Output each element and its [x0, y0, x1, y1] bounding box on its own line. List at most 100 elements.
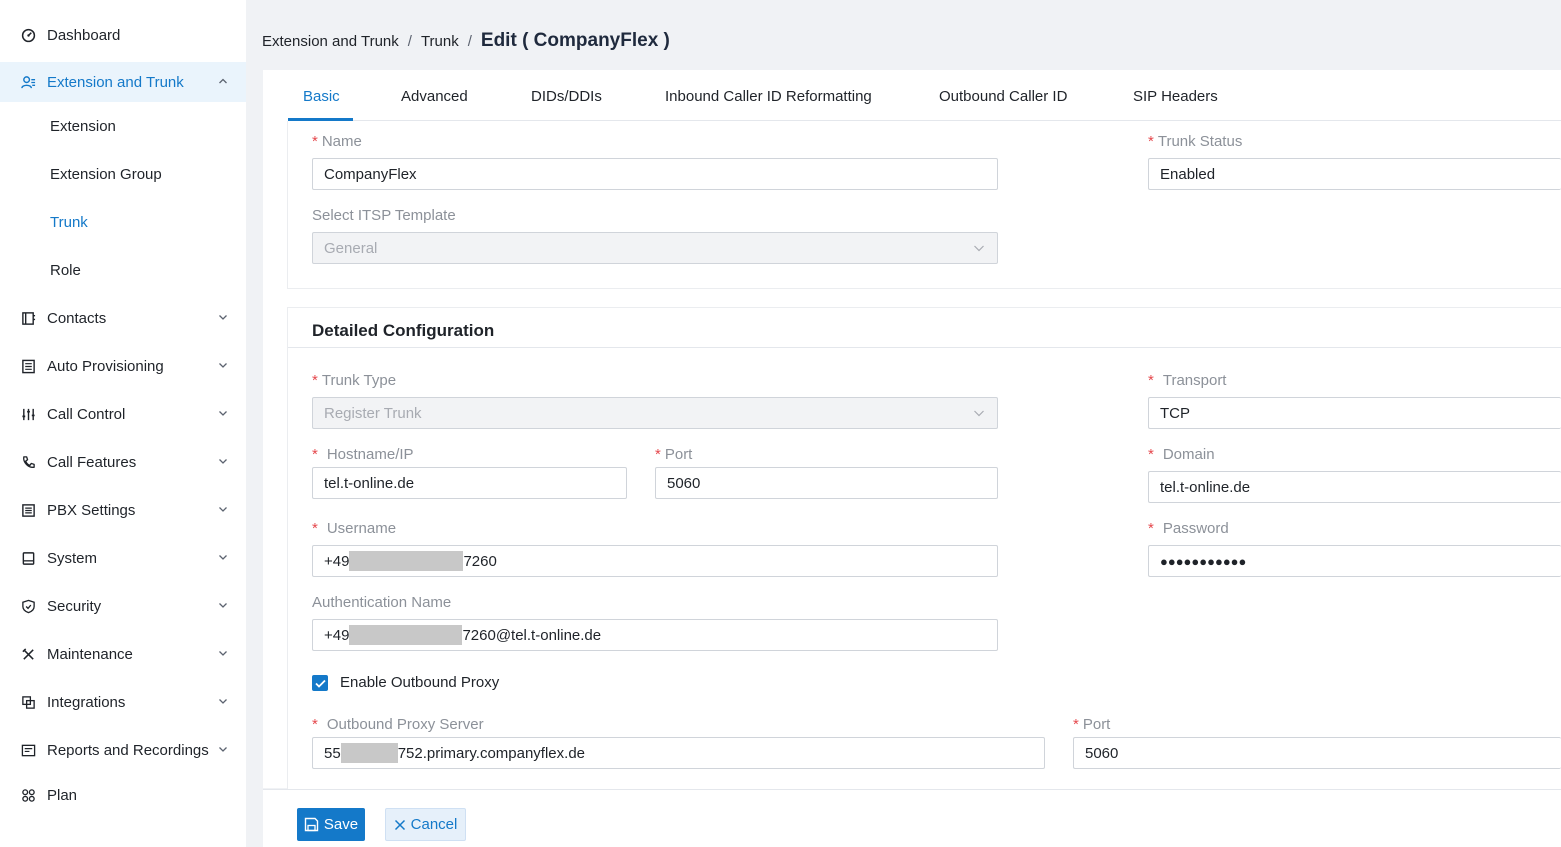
itsp-template-select[interactable]: General — [312, 232, 998, 264]
sidebar-subitem-label: Extension Group — [50, 165, 162, 183]
required-asterisk: * — [312, 716, 318, 733]
chevron-down-icon — [974, 245, 984, 252]
sidebar-subitem-trunk[interactable]: Trunk — [0, 202, 246, 242]
domain-value: tel.t-online.de — [1160, 478, 1251, 496]
outbound-proxy-checkbox[interactable] — [312, 675, 328, 691]
proxy-port-input[interactable]: 5060 — [1073, 737, 1561, 769]
phone-icon — [20, 454, 36, 470]
system-icon — [20, 550, 36, 566]
name-input[interactable]: CompanyFlex — [312, 158, 998, 190]
page-title: Edit ( CompanyFlex ) — [480, 30, 670, 51]
transport-label-text: Transport — [1162, 372, 1227, 389]
trunk-type-select[interactable]: Register Trunk — [312, 397, 998, 429]
required-asterisk: * — [312, 133, 318, 150]
tab-outbound-caller-id[interactable]: Outbound Caller ID — [939, 72, 1067, 121]
hostname-input[interactable]: tel.t-online.de — [312, 467, 627, 499]
dashboard-icon — [20, 27, 36, 43]
sidebar-item-integrations[interactable]: Integrations — [0, 682, 246, 722]
users-icon — [20, 74, 36, 90]
sidebar-item-call-control[interactable]: Call Control — [0, 394, 246, 434]
tab-bar — [288, 72, 1561, 121]
contacts-icon — [20, 310, 36, 326]
sidebar-item-reports-and-recordings[interactable]: Reports and Recordings — [0, 730, 246, 770]
cancel-button-label: Cancel — [410, 816, 458, 833]
sidebar-item-label: Plan — [47, 786, 78, 804]
sliders-icon — [20, 406, 36, 422]
breadcrumb-trunk[interactable]: Trunk — [421, 33, 459, 50]
sidebar-subitem-role[interactable]: Role — [0, 250, 246, 290]
breadcrumb-separator: / — [467, 32, 472, 50]
chevron-up-icon — [219, 78, 227, 84]
sidebar-item-plan[interactable]: Plan — [0, 775, 246, 815]
save-button-label: Save — [323, 816, 359, 833]
username-label-text: Username — [326, 520, 397, 537]
transport-value: TCP — [1160, 404, 1190, 422]
tab-inbound-caller-id-reformatting[interactable]: Inbound Caller ID Reformatting — [665, 72, 872, 121]
sidebar-subitem-extension-group[interactable]: Extension Group — [0, 154, 246, 194]
sidebar-subitem-label: Role — [50, 261, 81, 279]
sidebar-subitem-label: Extension — [50, 117, 116, 135]
sidebar-subitem-extension[interactable]: Extension — [0, 106, 246, 146]
required-asterisk: * — [1148, 133, 1154, 150]
sidebar-item-dashboard[interactable]: Dashboard — [0, 15, 246, 55]
chevron-down-icon — [219, 699, 227, 704]
save-icon — [304, 817, 319, 832]
sidebar-item-system[interactable]: System — [0, 538, 246, 578]
trunk-status-label-text: Trunk Status — [1157, 133, 1243, 150]
sidebar-item-label: Contacts — [47, 309, 107, 327]
sidebar-item-security[interactable]: Security — [0, 586, 246, 626]
tab-dids-ddis[interactable]: DIDs/DDIs — [531, 72, 602, 121]
sidebar-item-label: Integrations — [47, 693, 126, 711]
trunk-type-label: * Trunk Type — [312, 372, 396, 389]
provisioning-icon — [20, 358, 36, 374]
trunk-type-label-text: Trunk Type — [321, 372, 397, 389]
trunk-type-value: Register Trunk — [324, 404, 422, 422]
hostname-label-text: Hostname/IP — [326, 446, 414, 463]
chevron-down-icon — [219, 603, 227, 608]
username-input[interactable]: +49 7260 — [312, 545, 998, 577]
auth-name-label-text: Authentication Name — [312, 594, 452, 611]
port-value: 5060 — [667, 474, 701, 492]
tab-basic[interactable]: Basic — [303, 72, 340, 121]
port-input[interactable]: 5060 — [655, 467, 998, 499]
sidebar-item-extension-and-trunk[interactable]: Extension and Trunk — [0, 62, 246, 102]
sidebar-item-label: Auto Provisioning — [47, 357, 164, 375]
required-asterisk: * — [1148, 446, 1154, 463]
port-label-text: Port — [664, 446, 693, 463]
sidebar-item-maintenance[interactable]: Maintenance — [0, 634, 246, 674]
tab-sip-headers[interactable]: SIP Headers — [1133, 72, 1218, 121]
sidebar-item-contacts[interactable]: Contacts — [0, 298, 246, 338]
list-icon — [20, 502, 36, 518]
chevron-down-icon — [219, 747, 227, 752]
trunk-status-select[interactable]: Enabled — [1148, 158, 1561, 190]
chevron-down-icon — [219, 459, 227, 464]
sidebar-item-label: Extension and Trunk — [47, 73, 184, 91]
sidebar-item-call-features[interactable]: Call Features — [0, 442, 246, 482]
breadcrumb-extension-and-trunk[interactable]: Extension and Trunk — [262, 33, 399, 50]
required-asterisk: * — [655, 446, 661, 463]
chevron-down-icon — [219, 315, 227, 320]
transport-label: * Transport — [1148, 372, 1226, 389]
domain-input[interactable]: tel.t-online.de — [1148, 471, 1561, 503]
sidebar-item-auto-provisioning[interactable]: Auto Provisioning — [0, 346, 246, 386]
integrations-icon — [20, 694, 36, 710]
auth-name-suffix: 7260@tel.t-online.de — [462, 626, 602, 644]
tab-advanced[interactable]: Advanced — [401, 72, 468, 121]
name-value: CompanyFlex — [324, 165, 417, 183]
itsp-template-label: Select ITSP Template — [312, 207, 456, 224]
username-prefix: +49 — [324, 552, 350, 570]
chevron-down-icon — [974, 410, 984, 417]
cancel-button[interactable]: Cancel — [385, 808, 466, 841]
outbound-proxy-checkbox-label[interactable]: Enable Outbound Proxy — [340, 674, 499, 691]
plan-icon — [20, 787, 36, 803]
save-button[interactable]: Save — [297, 808, 365, 841]
hostname-value: tel.t-online.de — [324, 474, 415, 492]
proxy-server-input[interactable]: 55 752.primary.companyflex.de — [312, 737, 1045, 769]
required-asterisk: * — [1148, 372, 1154, 389]
domain-label: * Domain — [1148, 446, 1215, 463]
sidebar-item-pbx-settings[interactable]: PBX Settings — [0, 490, 246, 530]
auth-name-input[interactable]: +49 7260@tel.t-online.de — [312, 619, 998, 651]
transport-select[interactable]: TCP — [1148, 397, 1561, 429]
password-input[interactable]: ●●●●●●●●●●● — [1148, 545, 1561, 577]
sidebar-item-label: Dashboard — [47, 26, 121, 44]
